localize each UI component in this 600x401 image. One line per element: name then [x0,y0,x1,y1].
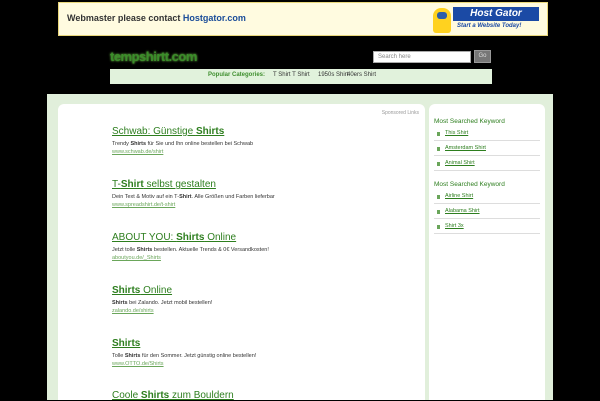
hostgator-link[interactable]: Hostgator.com [183,13,246,23]
ad-desc-text: . Alle Größen und Farben lieferbar [191,194,275,200]
site-header: tempshirtt.com Search here Go Popular Ca… [0,38,600,94]
hostgator-banner[interactable]: Webmaster please contact Hostgator.com H… [58,2,548,36]
ad-listing: T-Shirt selbst gestalten Dein Text & Mot… [112,179,422,208]
ad-title-link[interactable]: Shirts Online [112,285,422,296]
sponsored-links-label: Sponsored Links [381,110,419,116]
ad-url-link[interactable]: zalando.de/shirts [112,308,422,314]
ad-description: Tolle Shirts für den Sommer. Jetzt günst… [112,353,422,359]
ad-url-link[interactable]: www.OTTO.de/Shirts [112,361,422,367]
ad-desc-text: Trendy [112,141,131,147]
sidebar-keyword-label: Shirt 3x [445,223,464,229]
sidebar-keyword-link[interactable]: Amsterdam Shirt [434,144,540,156]
sidebar-keyword-label: Amsterdam Shirt [445,145,486,151]
banner-message: Webmaster please contact [67,13,181,23]
search-button[interactable]: Go [474,50,491,63]
sidebar-keyword-link[interactable]: Airline Shirt [434,192,540,204]
sidebar-heading: Most Searched Keyword [434,181,505,188]
hostgator-logo[interactable]: Host Gator Start a Website Today! [431,5,543,35]
popular-categories-bar: Popular Categories: T Shirt T Shirt 1950… [110,69,492,84]
ad-listing: Coole Shirts zum Bouldern [112,390,422,401]
ad-title-text: zum Bouldern [169,390,234,401]
ad-description: Jetzt tolle Shirts bestellen. Aktuelle T… [112,247,422,253]
ad-title-text: Online [140,285,173,296]
banner-text: Webmaster please contact Hostgator.com [67,13,246,23]
ad-title-keyword: Shirts [195,126,225,137]
ad-title-link[interactable]: Schwab: Günstige Shirts [112,126,422,137]
top-bar: Webmaster please contact Hostgator.com H… [0,0,600,38]
bullet-icon [437,195,440,199]
ad-title-keyword: Shirts [112,338,141,349]
ad-desc-keyword: Shirt [179,194,192,200]
ad-desc-text: Dein Text & Motiv auf ein T- [112,194,180,200]
hostgator-brand: Host Gator [453,7,539,21]
ad-listing: Schwab: Günstige Shirts Trendy Shirts fü… [112,126,422,155]
ad-title-text: Online [204,232,237,243]
ad-url-link[interactable]: www.schwab.de/shirt [112,149,422,155]
popular-categories-label: Popular Categories: [208,72,266,78]
site-logo[interactable]: tempshirtt.com [110,49,228,65]
bullet-icon [437,225,440,229]
ad-desc-text: für den Sommer. Jetzt günstig online bes… [140,353,257,359]
ad-title-keyword: Shirts [176,232,205,243]
ad-title-keyword: Shirts [140,390,170,401]
hostgator-tagline: Start a Website Today! [457,23,522,29]
ad-desc-keyword: Shirts [130,141,147,147]
sidebar-keyword-link[interactable]: This Shirt [434,129,540,141]
ad-title-link[interactable]: Shirts [112,338,422,349]
ad-listing: ABOUT YOU: Shirts Online Jetzt tolle Shi… [112,232,422,261]
sidebar-keyword-label: Alabama Shirt [445,208,480,214]
ad-title-text: ABOUT YOU: [112,232,177,243]
ad-title-text: T- [112,179,121,190]
search-input[interactable]: Search here [373,51,471,63]
ad-listing: Shirts Online Shirts bei Zalando. Jetzt … [112,285,422,314]
ad-description: Shirts bei Zalando. Jetzt mobil bestelle… [112,300,422,306]
ad-title-link[interactable]: T-Shirt selbst gestalten [112,179,422,190]
sidebar-keyword-label: This Shirt [445,130,469,136]
ad-desc-text: bestellen. Aktuelle Trends & 0€ Versandk… [152,247,269,253]
ad-desc-text: bei Zalando. Jetzt mobil bestellen! [127,300,213,306]
bullet-icon [437,147,440,151]
ad-desc-text: für Sie und Ihn online bestellen bei Sch… [146,141,254,147]
sidebar-heading: Most Searched Keyword [434,118,505,125]
ad-description: Trendy Shirts für Sie und Ihn online bes… [112,141,422,147]
popular-category-link[interactable]: T Shirt T Shirt [273,72,310,78]
ad-title-text: Coole [112,390,141,401]
ad-title-keyword: Shirt [120,179,144,190]
gator-mascot-icon [433,8,451,33]
keyword-sidebar: Most Searched Keyword This Shirt Amsterd… [429,104,545,400]
bullet-icon [437,132,440,136]
bullet-icon [437,162,440,166]
ad-desc-keyword: Shirts [112,300,128,306]
ad-url-link[interactable]: aboutyou.de/_Shirts [112,255,422,261]
sidebar-keyword-link[interactable]: Shirt 3x [434,222,540,234]
ad-desc-keyword: Shirts [124,353,141,359]
ad-title-link[interactable]: ABOUT YOU: Shirts Online [112,232,422,243]
ad-title-link[interactable]: Coole Shirts zum Bouldern [112,390,422,401]
bullet-icon [437,210,440,214]
ad-desc-keyword: Shirts [136,247,153,253]
ad-url-link[interactable]: www.spreadshirt.de/t-shirt [112,202,422,208]
sidebar-keyword-link[interactable]: Animal Shirt [434,159,540,171]
sidebar-keyword-link[interactable]: Alabama Shirt [434,207,540,219]
sponsored-listings-panel: Sponsored Links Schwab: Günstige Shirts … [58,104,425,401]
ad-title-text: Schwab: Günstige [112,126,196,137]
ad-title-keyword: Shirts [112,285,141,296]
sidebar-keyword-label: Airline Shirt [445,193,474,199]
ad-desc-text: Jetzt tolle [112,247,137,253]
ad-listing: Shirts Tolle Shirts für den Sommer. Jetz… [112,338,422,367]
sidebar-keyword-label: Animal Shirt [445,160,475,166]
ad-title-text: selbst gestalten [143,179,216,190]
ad-desc-text: Tolle [112,353,125,359]
ad-description: Dein Text & Motiv auf ein T-Shirt. Alle … [112,194,422,200]
popular-category-link[interactable]: 40ers Shirt [347,72,376,78]
popular-category-link[interactable]: 1950s Shirt [318,72,348,78]
